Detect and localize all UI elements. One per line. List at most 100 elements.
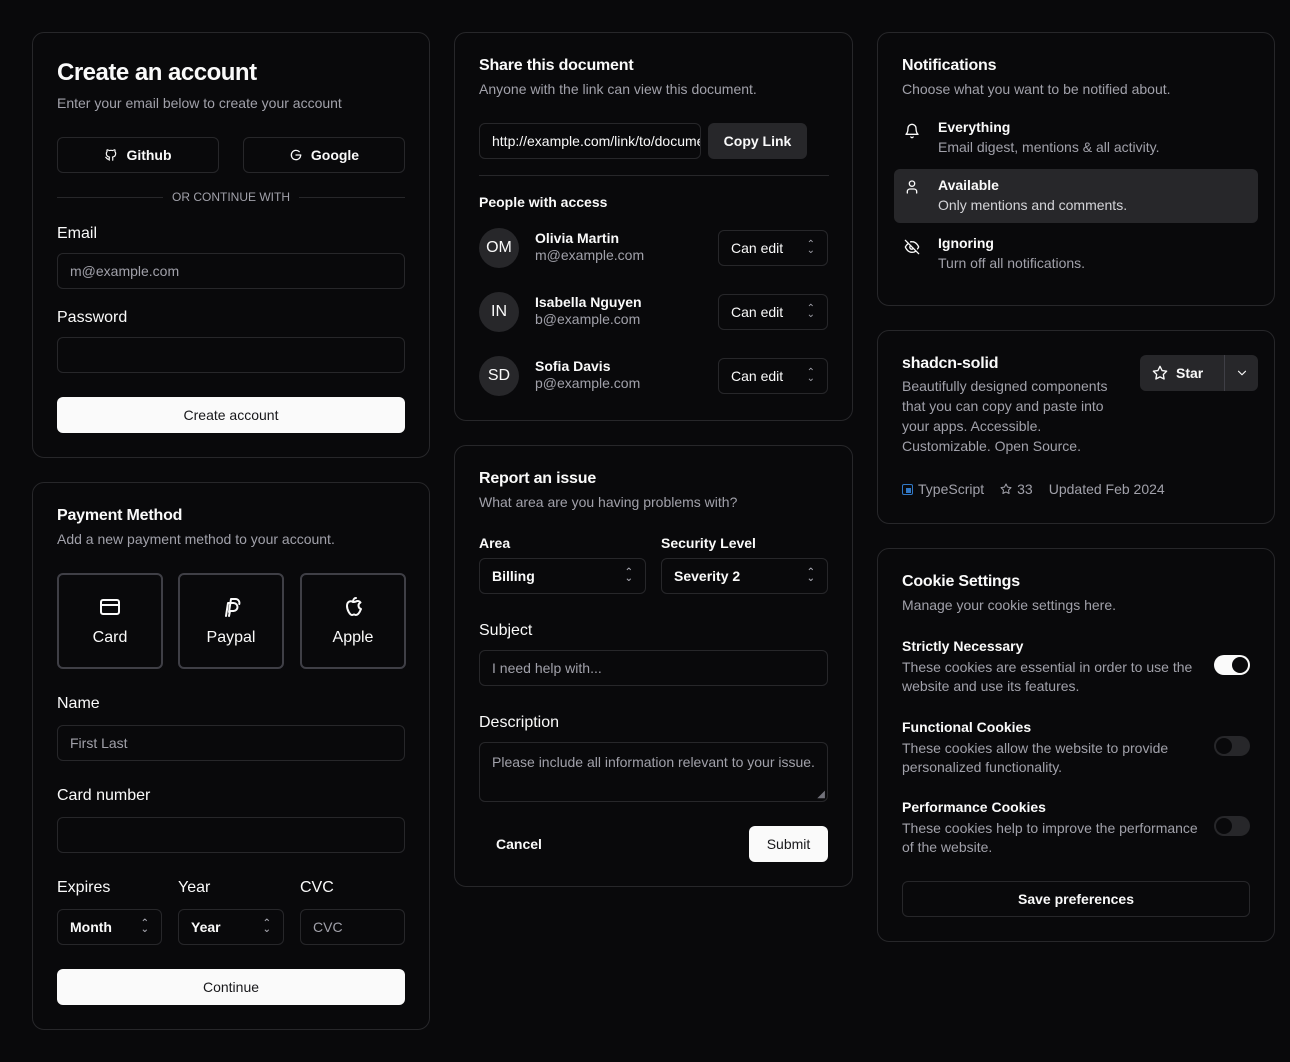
star-button[interactable]: Star [1140,355,1224,391]
cookie-item-desc: These cookies are essential in order to … [902,659,1193,694]
chevron-down-icon [1235,366,1249,380]
share-link-field[interactable]: http://example.com/link/to/document [479,123,701,159]
google-label: Google [310,147,360,163]
credit-card-icon [98,595,122,619]
notification-option-title: Available [938,177,999,193]
description-placeholder: Please include all information relevant … [492,754,815,770]
description-textarea[interactable]: Please include all information relevant … [479,742,828,802]
performance-cookies-toggle[interactable] [1214,816,1250,836]
chevron-up-down-icon: ⌃ ⌄ [806,567,815,584]
copy-link-button[interactable]: Copy Link [708,123,807,159]
area-label: Area [479,535,511,551]
security-level-select[interactable]: Severity 2 ⌃ ⌄ [661,558,828,594]
continue-button[interactable]: Continue [57,969,405,1005]
area-select[interactable]: Billing ⌃ ⌄ [479,558,646,594]
cookie-item-title: Performance Cookies [902,799,1046,815]
functional-cookies-toggle[interactable] [1214,736,1250,756]
password-label: Password [57,309,128,326]
apple-icon [341,595,365,619]
chevron-up-down-icon: ⌃ ⌄ [624,567,633,584]
permission-value: Can edit [731,304,784,320]
notification-option-ignoring[interactable]: Ignoring Turn off all notifications. [894,227,1258,281]
github-label: Github [126,147,172,163]
permission-select[interactable]: Can edit ⌃ ⌄ [718,294,828,330]
notification-option-title: Ignoring [938,235,994,251]
payment-option-label: Paypal [206,629,256,646]
cookie-subtitle: Manage your cookie settings here. [902,597,1117,613]
month-value: Month [70,919,112,935]
person-email: p@example.com [535,375,641,391]
cvc-placeholder: CVC [313,919,343,935]
cancel-button[interactable]: Cancel [479,826,559,862]
card-number-field[interactable] [57,817,405,853]
name-label: Name [57,695,100,712]
permission-select[interactable]: Can edit ⌃ ⌄ [718,230,828,266]
google-button[interactable]: Google [243,137,405,173]
create-account-title: Create an account [57,59,257,86]
notification-option-desc: Email digest, mentions & all activity. [938,139,1160,155]
area-value: Billing [492,568,535,584]
password-field[interactable] [57,337,405,373]
notification-option-available[interactable]: Available Only mentions and comments. [894,169,1258,223]
notification-option-desc: Only mentions and comments. [938,197,1128,213]
email-placeholder: m@example.com [70,263,180,279]
strictly-necessary-toggle[interactable] [1214,655,1250,675]
person-name: Sofia Davis [535,358,611,374]
repo-name[interactable]: shadcn-solid [902,355,998,373]
chevron-up-down-icon: ⌃ ⌄ [806,239,815,256]
year-select[interactable]: Year ⌃ ⌄ [178,909,284,945]
payment-option-paypal[interactable]: Paypal [178,573,284,669]
submit-button[interactable]: Submit [749,826,828,862]
payment-subtitle: Add a new payment method to your account… [57,531,335,547]
repo-card: shadcn-solid Beautifully designed compon… [877,330,1275,524]
share-document-card: Share this document Anyone with the link… [454,32,853,421]
repo-meta: TypeScript 33 Updated Feb 2024 [902,481,1165,497]
payment-option-label: Apple [332,629,374,646]
subject-field[interactable]: I need help with... [479,650,828,686]
eye-off-icon [904,239,920,255]
cvc-field[interactable]: CVC [300,909,405,945]
email-field[interactable]: m@example.com [57,253,405,289]
github-button[interactable]: Github [57,137,219,173]
chevron-up-down-icon: ⌃ ⌄ [806,303,815,320]
payment-option-label: Card [92,629,128,646]
avatar: SD [479,356,519,396]
notification-option-desc: Turn off all notifications. [938,255,1086,271]
payment-option-apple[interactable]: Apple [300,573,406,669]
permission-value: Can edit [731,240,784,256]
star-button-group: Star [1140,355,1258,391]
security-level-label: Security Level [661,535,756,551]
subject-placeholder: I need help with... [492,660,602,676]
payment-option-card[interactable]: Card [57,573,163,669]
star-dropdown-button[interactable] [1225,355,1258,391]
resize-handle-icon[interactable]: ◢ [817,790,825,800]
notifications-title: Notifications [902,57,997,74]
stars-count: 33 [1017,481,1033,497]
share-separator [479,175,829,176]
save-preferences-button[interactable]: Save preferences [902,881,1250,917]
google-icon [289,148,303,162]
avatar: IN [479,292,519,332]
person-email: b@example.com [535,311,641,327]
month-select[interactable]: Month ⌃ ⌄ [57,909,162,945]
paypal-icon [219,595,243,619]
chevron-up-down-icon: ⌃ ⌄ [140,918,149,935]
payment-method-card: Payment Method Add a new payment method … [32,482,430,1030]
create-account-button[interactable]: Create account [57,397,405,433]
typescript-icon [902,483,913,495]
stars-count-tag: 33 [1000,481,1033,497]
person-name: Olivia Martin [535,230,620,246]
notification-option-everything[interactable]: Everything Email digest, mentions & all … [894,111,1258,165]
permission-select[interactable]: Can edit ⌃ ⌄ [718,358,828,394]
person-name: Isabella Nguyen [535,294,642,310]
name-placeholder: First Last [70,735,128,751]
user-icon [904,179,920,195]
notifications-subtitle: Choose what you want to be notified abou… [902,81,1171,97]
people-heading: People with access [479,194,608,210]
cookie-settings-card: Cookie Settings Manage your cookie setti… [877,548,1275,942]
name-field[interactable]: First Last [57,725,405,761]
person-email: m@example.com [535,247,645,263]
report-issue-card: Report an issue What area are you having… [454,445,853,887]
description-label: Description [479,714,560,731]
notifications-card: Notifications Choose what you want to be… [877,32,1275,306]
